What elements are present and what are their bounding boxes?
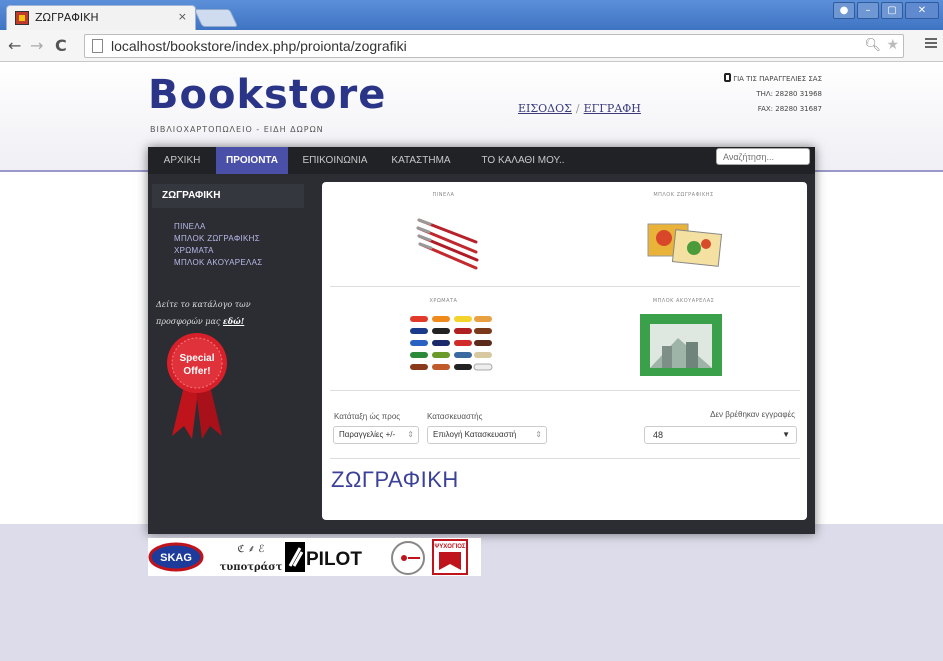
browser-menu-icon[interactable] xyxy=(925,38,937,50)
brand-skag: SKAG xyxy=(160,552,192,564)
tab-title: ΖΩΓΡΑΦΙΚΗ xyxy=(35,11,99,24)
category-caption: ΜΠΛΟΚ ΑΚΟΥΑΡΕΛΑΣ xyxy=(652,298,715,304)
fax-number: FAX: 28280 31687 xyxy=(757,105,822,113)
contact-heading: ΓΙΑ ΤΙΣ ΠΑΡΑΓΓΕΛΙΕΣ ΣΑΣ xyxy=(733,75,822,83)
bookmark-star-icon[interactable]: ★ xyxy=(886,37,899,53)
brushes-image xyxy=(416,218,479,270)
sidebar-link-watercolor-pads[interactable]: ΜΠΛΟΚ ΑΚΟΥΑΡΕΛΑΣ xyxy=(174,257,263,269)
tab-close-icon[interactable]: × xyxy=(178,10,187,23)
manufacturer-value: Επιλογή Κατασκευαστή xyxy=(433,430,517,439)
register-link[interactable]: ΕΓΓΡΑΦΗ xyxy=(584,102,641,115)
offer-line-1: Δείτε το κατάλογο των xyxy=(156,300,251,309)
category-watercolor-pads[interactable]: ΜΠΛΟΚ ΑΚΟΥΑΡΕΛΑΣ xyxy=(566,290,801,390)
contact-info: ΓΙΑ ΤΙΣ ΠΑΡΑΓΓΕΛΙΕΣ ΣΑΣ ΤΗΛ: 28280 31968… xyxy=(692,72,822,117)
browser-tab[interactable]: ΖΩΓΡΑΦΙΚΗ × xyxy=(6,5,196,30)
no-records-text: Δεν βρέθηκαν εγγραφές xyxy=(710,410,795,419)
nav-item-cart[interactable]: ΤΟ ΚΑΛΑΘΙ ΜΟΥ.. xyxy=(470,147,576,174)
manufacturer-label: Κατασκευαστής xyxy=(427,412,483,421)
offer-text: Δείτε το κατάλογο των προσφορών μας εδώ! xyxy=(156,297,251,330)
divider xyxy=(330,286,800,287)
login-separator: / xyxy=(575,102,580,115)
sidebar-link-brushes[interactable]: ΠΙΝΕΛΑ xyxy=(174,221,263,233)
sidebar-title: ΖΩΓΡΑΦΙΚΗ xyxy=(152,184,304,208)
category-drawing-pads[interactable]: ΜΠΛΟΚ ΖΩΓΡΑΦΙΚΗΣ xyxy=(566,184,801,284)
url-text[interactable]: localhost/bookstore/index.php/proionta/z… xyxy=(111,38,407,54)
badge-line-1: Special xyxy=(179,353,214,364)
badge-line-2: Offer! xyxy=(183,366,210,377)
chevron-down-icon: ▼ xyxy=(782,430,790,439)
drawing-pads-image xyxy=(647,223,723,267)
brand-pilot: PILOT xyxy=(306,549,362,570)
site-tagline: ΒΙΒΛΙΟΧΑΡΤΟΠΩΛΕΙΟ - ΕΙΔΗ ΔΩΡΩΝ xyxy=(150,125,324,134)
offer-link[interactable]: εδώ! xyxy=(223,316,244,326)
maximize-button[interactable]: ▢ xyxy=(881,2,903,19)
main-navbar: ΑΡΧΙΚΗ ΠΡΟΙΟΝΤΑ ΕΠΙΚΟΙΝΩΝΙΑ ΚΑΤΑΣΤΗΜΑ ΤΟ… xyxy=(148,147,815,174)
back-arrow-icon[interactable]: ← xyxy=(8,36,21,55)
minimize-button[interactable]: – xyxy=(857,2,879,19)
nav-item-contact[interactable]: ΕΠΙΚΟΙΝΩΝΙΑ xyxy=(294,147,376,174)
per-page-value: 48 xyxy=(653,430,664,440)
web-page: Bookstore ΒΙΒΛΙΟΧΑΡΤΟΠΩΛΕΙΟ - ΕΙΔΗ ΔΩΡΩΝ… xyxy=(0,62,943,661)
sidebar-links: ΠΙΝΕΛΑ ΜΠΛΟΚ ΖΩΓΡΑΦΙΚΗΣ ΧΡΩΜΑΤΑ ΜΠΛΟΚ ΑΚ… xyxy=(174,221,263,269)
content-panel: ΠΙΝΕΛΑ ΜΠΛΟΚ ΖΩΓΡΑΦΙΚΗΣ ΧΡΩΜΑΤΑ ΜΠΛΟΚ ΑΚ… xyxy=(322,182,807,520)
nav-item-products[interactable]: ΠΡΟΙΟΝΤΑ xyxy=(216,147,288,174)
phone-icon xyxy=(724,73,732,82)
search-input[interactable] xyxy=(716,148,810,165)
sort-dropdown[interactable]: Παραγγελίες +/- ⇕ xyxy=(333,426,419,444)
per-page-select[interactable]: 48 ▼ xyxy=(644,426,797,444)
divider xyxy=(330,458,800,459)
special-offer-badge[interactable]: Special Offer! xyxy=(162,331,232,441)
brand-typotrast: τυποτράστ xyxy=(220,562,283,573)
category-caption: ΠΙΝΕΛΑ xyxy=(432,192,455,198)
manufacturer-dropdown[interactable]: Επιλογή Κατασκευαστή ⇕ xyxy=(427,426,547,444)
sidebar-link-drawing-pads[interactable]: ΜΠΛΟΚ ΖΩΓΡΑΦΙΚΗΣ xyxy=(174,233,263,245)
page-title: ΖΩΓΡΑΦΙΚΗ xyxy=(331,467,459,492)
reload-icon[interactable]: C xyxy=(55,36,67,55)
window-controls: ● – ▢ ✕ xyxy=(833,2,939,19)
sidebar-link-paints[interactable]: ΧΡΩΜΑΤΑ xyxy=(174,245,263,257)
phone-number: ΤΗΛ: 28280 31968 xyxy=(756,90,822,98)
url-field[interactable]: localhost/bookstore/index.php/proionta/z… xyxy=(84,34,904,58)
sort-label: Κατάταξη ώς προς xyxy=(334,412,401,421)
account-links: ΕΙΣΟΔΟΣ / ΕΓΓΡΑΦΗ xyxy=(518,102,641,115)
new-tab-button[interactable] xyxy=(193,9,239,27)
site-logo[interactable]: Bookstore xyxy=(148,72,386,118)
main-frame: ΑΡΧΙΚΗ ΠΡΟΙΟΝΤΑ ΕΠΙΚΟΙΝΩΝΙΑ ΚΑΤΑΣΤΗΜΑ ΤΟ… xyxy=(148,147,815,534)
sort-value: Παραγγελίες +/- xyxy=(339,430,396,439)
nav-item-store[interactable]: ΚΑΤΑΣΤΗΜΑ xyxy=(382,147,460,174)
login-link[interactable]: ΕΙΣΟΔΟΣ xyxy=(518,102,572,115)
updown-arrow-icon: ⇕ xyxy=(407,430,414,439)
brand-logos: SKAG ℭ ⸙ ℰ τυποτράστ PILOT ΨΥΧΟΓΙΟΣ xyxy=(148,538,481,576)
brand-psychogios: ΨΥΧΟΓΙΟΣ xyxy=(434,544,465,550)
paints-image xyxy=(410,316,493,371)
page-icon xyxy=(92,39,103,53)
tab-favicon-icon xyxy=(15,11,29,25)
category-caption: ΜΠΛΟΚ ΖΩΓΡΑΦΙΚΗΣ xyxy=(653,192,714,198)
watercolor-pads-image xyxy=(640,314,722,376)
close-window-button[interactable]: ✕ xyxy=(905,2,939,19)
divider xyxy=(330,390,800,391)
category-caption: ΧΡΩΜΑΤΑ xyxy=(429,298,458,304)
nav-item-home[interactable]: ΑΡΧΙΚΗ xyxy=(156,147,208,174)
user-icon[interactable]: ● xyxy=(833,2,855,19)
zoom-icon[interactable]: 🔍︎ xyxy=(864,38,881,53)
category-brushes[interactable]: ΠΙΝΕΛΑ xyxy=(326,184,561,284)
address-bar: ← → C localhost/bookstore/index.php/proi… xyxy=(0,30,943,62)
typotrast-mark-icon: ℭ ⸙ ℰ xyxy=(238,544,265,555)
updown-arrow-icon: ⇕ xyxy=(535,430,542,439)
forward-arrow-icon[interactable]: → xyxy=(30,36,43,55)
offer-line-2: προσφορών μας xyxy=(156,317,223,326)
browser-titlebar: ΖΩΓΡΑΦΙΚΗ × ● – ▢ ✕ xyxy=(0,0,943,30)
category-paints[interactable]: ΧΡΩΜΑΤΑ xyxy=(326,290,561,390)
